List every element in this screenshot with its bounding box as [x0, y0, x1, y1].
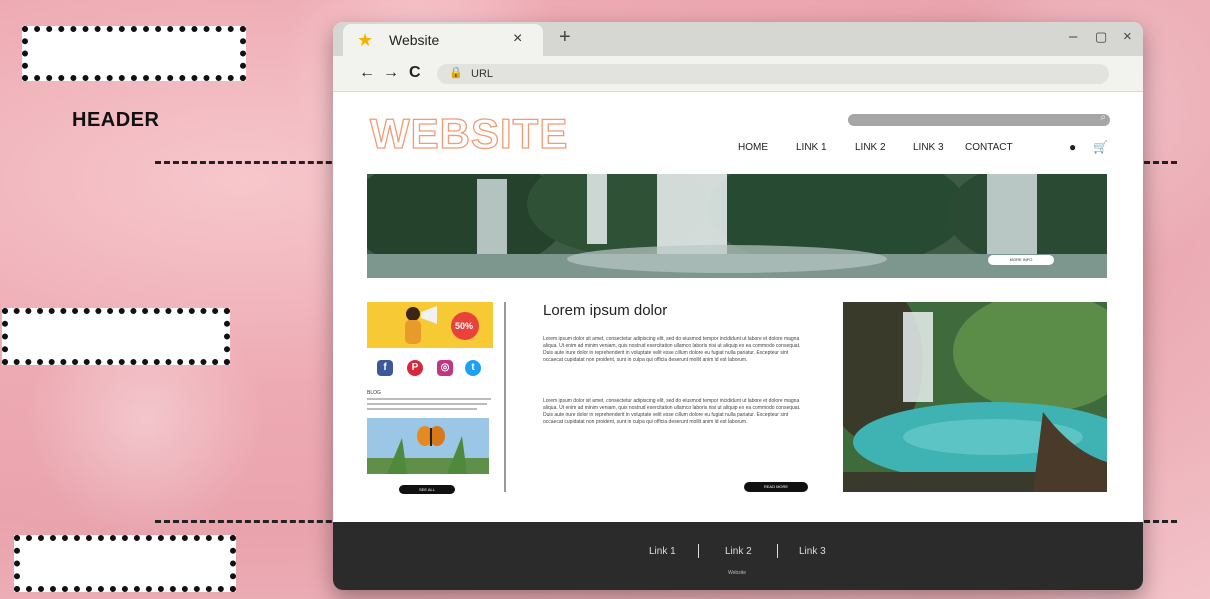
- address-bar-row: ← → C 🔒 URL: [333, 56, 1143, 92]
- url-input[interactable]: 🔒 URL: [437, 64, 1109, 84]
- nav-contact[interactable]: CONTACT: [965, 142, 1013, 153]
- reload-button[interactable]: C: [409, 64, 421, 82]
- blog-butterfly-image[interactable]: [367, 418, 489, 474]
- site-logo[interactable]: WEBSITE: [369, 109, 568, 158]
- header-placeholder-box: [22, 26, 246, 81]
- cart-icon[interactable]: 🛒: [1093, 140, 1108, 154]
- sidebar-divider: [504, 302, 506, 492]
- footer-link-2[interactable]: Link 2: [725, 546, 752, 557]
- footer-site-name: Website: [728, 570, 746, 576]
- site-search-bar[interactable]: ⌕: [848, 112, 1110, 126]
- url-text: URL: [471, 68, 494, 80]
- instagram-icon[interactable]: ◎: [437, 360, 453, 376]
- nav-link-1[interactable]: LINK 1: [796, 142, 827, 153]
- nav-link-3[interactable]: LINK 3: [913, 142, 944, 153]
- blog-heading: BLOG: [367, 390, 381, 396]
- megaphone-person-illustration: [405, 306, 479, 344]
- waterfall-lagoon-photo: [843, 302, 1107, 492]
- browser-tab[interactable]: ★ Website ×: [343, 24, 543, 56]
- blog-text-line: [367, 408, 477, 410]
- footer-separator: [698, 544, 699, 558]
- ad-discount-badge: 50%: [455, 321, 474, 331]
- user-icon[interactable]: ●: [1069, 140, 1076, 154]
- read-more-button[interactable]: READ MORE: [744, 482, 808, 492]
- nav-home[interactable]: HOME: [738, 142, 768, 153]
- star-icon: ★: [357, 30, 374, 50]
- footer-placeholder-box: [14, 535, 236, 592]
- twitter-icon[interactable]: t: [465, 360, 481, 376]
- back-button[interactable]: ←: [359, 64, 375, 82]
- lock-icon: 🔒: [449, 67, 463, 79]
- facebook-icon[interactable]: f: [377, 360, 393, 376]
- new-tab-button[interactable]: +: [559, 26, 571, 49]
- forward-button[interactable]: →: [383, 64, 399, 82]
- article-paragraph-1: Lorem ipsum dolor sit amet, consectetur …: [543, 336, 801, 363]
- header-annotation-label: HEADER: [72, 109, 160, 131]
- body-placeholder-box: [2, 308, 230, 365]
- tab-title: Website: [389, 32, 440, 48]
- butterfly-scene: [367, 418, 489, 474]
- article-title: Lorem ipsum dolor: [543, 302, 668, 319]
- article-paragraph-2: Lorem ipsum dolor sit amet, consectetur …: [543, 398, 801, 425]
- lagoon-scene: [843, 302, 1107, 492]
- search-icon: ⌕: [1100, 112, 1106, 123]
- sidebar-ad-banner[interactable]: 50%: [367, 302, 493, 348]
- nav-link-2[interactable]: LINK 2: [855, 142, 886, 153]
- close-window-button[interactable]: ×: [1123, 28, 1132, 45]
- footer-link-3[interactable]: Link 3: [799, 546, 826, 557]
- tab-close-button[interactable]: ×: [513, 30, 522, 48]
- hero-more-info-button[interactable]: MORE INFO: [988, 255, 1054, 265]
- tab-bar: ★ Website × + – ▢ ×: [333, 22, 1143, 56]
- blog-text-line: [367, 403, 487, 405]
- restore-button[interactable]: ▢: [1095, 29, 1107, 45]
- blog-see-all-button[interactable]: SEE ALL: [399, 485, 455, 494]
- pinterest-icon[interactable]: P: [407, 360, 423, 376]
- site-footer: Link 1 Link 2 Link 3 Website: [333, 522, 1143, 590]
- footer-link-1[interactable]: Link 1: [649, 546, 676, 557]
- footer-separator: [777, 544, 778, 558]
- minimize-button[interactable]: –: [1069, 28, 1077, 45]
- browser-window: ★ Website × + – ▢ × ← → C 🔒 URL WEBSITE …: [333, 22, 1143, 590]
- blog-text-line: [367, 398, 491, 400]
